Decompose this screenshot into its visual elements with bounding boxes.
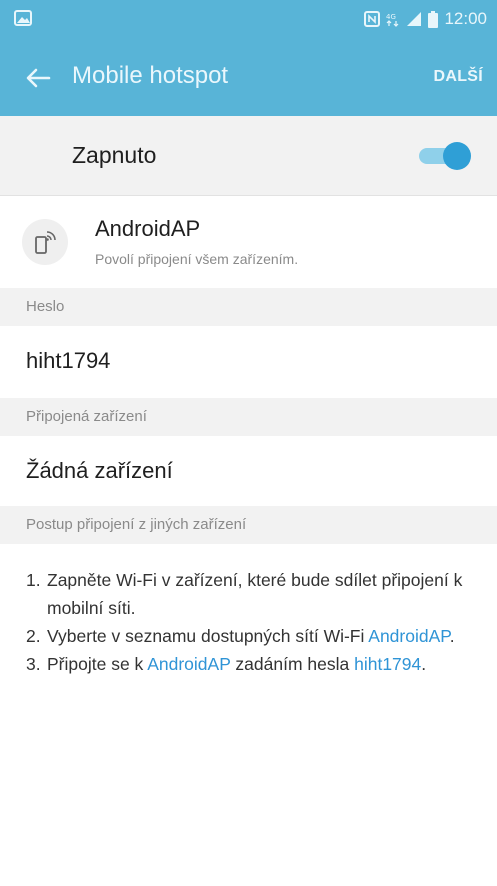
- toggle-thumb: [443, 142, 471, 170]
- battery-icon: [428, 10, 439, 28]
- mobile-hotspot-icon: [35, 231, 56, 254]
- network-name: AndroidAP: [95, 216, 201, 241]
- step-text: Vyberte v seznamu dostupných sítí Wi-Fi …: [47, 622, 476, 650]
- hotspot-toggle[interactable]: [415, 142, 471, 170]
- status-bar: 4G 12:00: [0, 0, 497, 40]
- hotspot-switch-row[interactable]: Zapnuto: [0, 116, 497, 196]
- hotspot-switch-label: Zapnuto: [72, 142, 157, 168]
- network-name-link: AndroidAP: [147, 654, 231, 674]
- nfc-icon: [364, 11, 381, 27]
- hotspot-icon-circle: [22, 219, 68, 265]
- network-name-link: AndroidAP: [368, 626, 450, 646]
- app-bar: Mobile hotspot DALŠÍ: [0, 40, 497, 116]
- back-arrow-icon[interactable]: [24, 64, 52, 92]
- step-text-part: Vyberte v seznamu dostupných sítí Wi-Fi: [47, 626, 369, 646]
- password-row[interactable]: hiht1794: [0, 326, 497, 398]
- svg-text:4G: 4G: [386, 13, 396, 21]
- password-value: hiht1794: [26, 348, 111, 373]
- password-header: Heslo: [0, 288, 497, 326]
- instruction-step: 1. Zapněte Wi-Fi v zařízení, které bude …: [26, 566, 476, 622]
- connected-devices-header: Připojená zařízení: [0, 398, 497, 436]
- step-number: 1.: [26, 570, 41, 590]
- network-name-row[interactable]: AndroidAP Povolí připojení všem zařízení…: [0, 196, 497, 288]
- step-text: Zapněte Wi-Fi v zařízení, které bude sdí…: [47, 570, 463, 618]
- instructions-list: 1. Zapněte Wi-Fi v zařízení, které bude …: [26, 566, 476, 678]
- step-text-part: .: [449, 626, 455, 646]
- step-text-part: .: [421, 654, 427, 674]
- step-text-part: zadáním hesla: [230, 654, 355, 674]
- connected-devices-row: Žádná zařízení: [0, 436, 497, 508]
- step-text-part: Připojte se k: [47, 654, 148, 674]
- connected-devices-value: Žádná zařízení: [26, 458, 173, 483]
- instruction-step: 3. Připojte se k AndroidAP zadáním hesla…: [26, 650, 476, 678]
- signal-icon: [407, 12, 422, 26]
- network-description: Povolí připojení všem zařízením.: [95, 251, 299, 267]
- instruction-step: 2. Vyberte v seznamu dostupných sítí Wi-…: [26, 622, 476, 650]
- step-text: Připojte se k AndroidAP zadáním hesla hi…: [47, 650, 476, 678]
- lte-icon: 4G: [386, 13, 399, 27]
- instructions-header: Postup připojení z jiných zařízení: [0, 506, 497, 544]
- step-number: 2.: [26, 626, 41, 646]
- page-title: Mobile hotspot: [72, 62, 229, 89]
- more-button[interactable]: DALŠÍ: [434, 68, 484, 86]
- image-notification-icon: [14, 10, 32, 26]
- password-link: hiht1794: [354, 654, 422, 674]
- step-number: 3.: [26, 654, 41, 674]
- status-time: 12:00: [444, 9, 487, 28]
- status-icons: 4G 12:00: [364, 9, 487, 29]
